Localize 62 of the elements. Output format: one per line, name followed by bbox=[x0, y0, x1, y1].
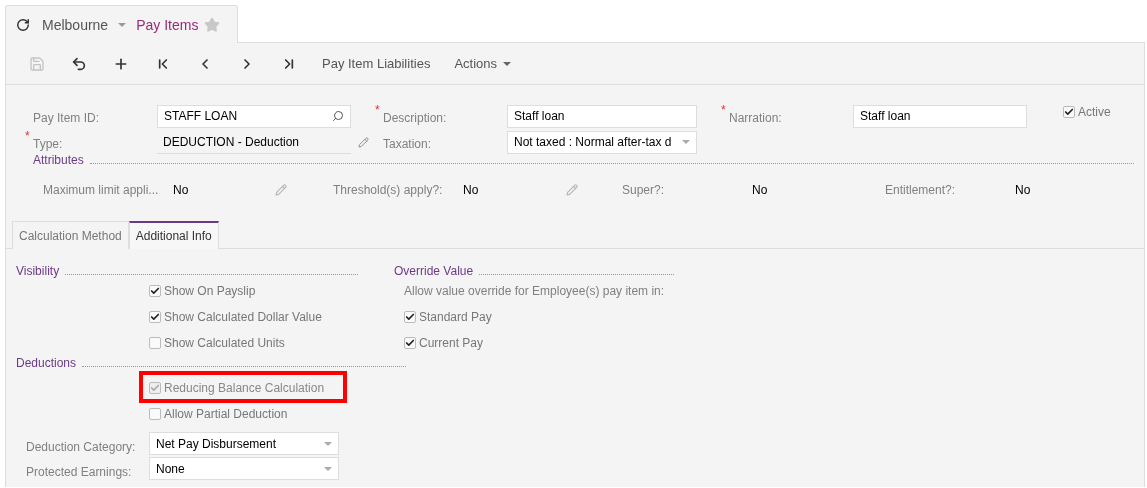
attribute-label: Maximum limit appli... bbox=[43, 183, 160, 197]
section-title: Visibility bbox=[16, 264, 60, 278]
checkbox-label: Show On Payslip bbox=[164, 284, 256, 298]
caret-icon bbox=[503, 61, 512, 66]
attribute-label: Threshold(s) apply?: bbox=[333, 183, 444, 197]
checkbox[interactable] bbox=[149, 311, 161, 323]
attribute-label: Entitlement?: bbox=[885, 183, 957, 197]
section-title: Deductions bbox=[16, 356, 77, 370]
lookup-field[interactable]: STAFF LOAN bbox=[157, 104, 351, 128]
checkbox[interactable] bbox=[149, 337, 161, 349]
section-title: Override Value bbox=[394, 264, 474, 278]
type-field: DEDUCTION - Deduction bbox=[157, 130, 351, 154]
field-label: Protected Earnings: bbox=[26, 463, 133, 479]
search-icon bbox=[332, 110, 344, 122]
select-field[interactable]: None bbox=[149, 457, 339, 480]
checkbox-label: Standard Pay bbox=[419, 310, 492, 324]
attribute-label: Super?: bbox=[622, 183, 666, 197]
caret-icon bbox=[682, 140, 690, 144]
attribute-value: No bbox=[173, 183, 190, 197]
checkbox[interactable] bbox=[149, 408, 161, 420]
checkbox[interactable] bbox=[149, 285, 161, 297]
field-label: Taxation: bbox=[383, 136, 433, 151]
caret-icon[interactable] bbox=[118, 22, 127, 27]
field-label: Narration: bbox=[729, 110, 783, 125]
toolbar-link[interactable]: Pay Item Liabilities bbox=[310, 50, 443, 77]
attribute-value: No bbox=[463, 183, 480, 197]
company-link[interactable]: Melbourne bbox=[42, 16, 109, 33]
field-label: Description: bbox=[383, 110, 448, 125]
checkbox-label: Current Pay bbox=[419, 336, 484, 350]
field-label: Pay Item ID: bbox=[33, 110, 101, 125]
checkbox-label: Allow Partial Deduction bbox=[164, 407, 288, 421]
checkbox-label: Show Calculated Dollar Value bbox=[164, 310, 322, 324]
checkbox-label: Active bbox=[1078, 105, 1111, 119]
checkbox-label: Show Calculated Units bbox=[164, 336, 285, 350]
checkbox[interactable] bbox=[404, 311, 416, 323]
checkbox[interactable] bbox=[1063, 106, 1075, 118]
attribute-value: No bbox=[1015, 183, 1032, 197]
screen-title: Pay Items bbox=[136, 16, 199, 33]
select-field[interactable]: Net Pay Disbursement bbox=[149, 432, 339, 455]
required-mark: * bbox=[375, 103, 381, 117]
star-icon[interactable] bbox=[204, 16, 221, 33]
text-field[interactable]: Staff loan bbox=[853, 104, 1027, 128]
tab[interactable]: Calculation Method bbox=[12, 221, 129, 249]
caret-icon bbox=[324, 466, 332, 471]
checkbox[interactable] bbox=[404, 337, 416, 349]
required-mark: * bbox=[25, 129, 31, 143]
pencil-icon bbox=[357, 136, 369, 148]
select-field[interactable]: Not taxed : Normal after-tax d bbox=[507, 130, 697, 154]
undo-icon bbox=[71, 55, 87, 72]
tab[interactable]: Additional Info bbox=[128, 221, 219, 249]
checkbox-label: Reducing Balance Calculation bbox=[164, 381, 325, 395]
refresh-icon[interactable] bbox=[16, 17, 30, 32]
section-title: Attributes bbox=[33, 153, 84, 167]
field-label: Deduction Category: bbox=[26, 438, 137, 454]
required-mark: * bbox=[721, 103, 727, 117]
attribute-value: No bbox=[752, 183, 769, 197]
actions-menu[interactable]: Actions bbox=[442, 50, 524, 77]
field-label: Type: bbox=[33, 136, 64, 151]
caret-icon bbox=[324, 441, 332, 446]
save-icon bbox=[29, 55, 45, 72]
text-field[interactable]: Staff loan bbox=[507, 104, 697, 128]
override-note: Allow value override for Employee(s) pay item in: bbox=[404, 283, 666, 300]
